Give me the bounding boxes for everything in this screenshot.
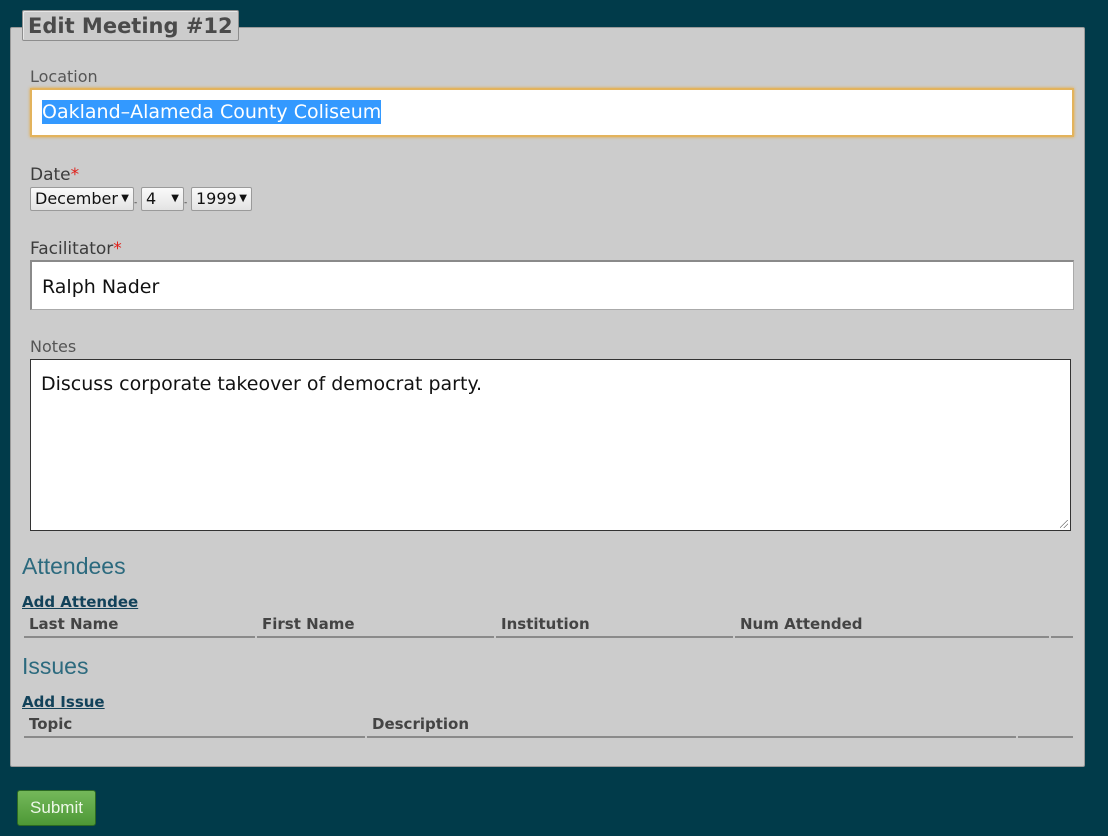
- date-day-select[interactable]: 4 ▼: [141, 187, 184, 211]
- form-title: Edit Meeting #12: [22, 10, 239, 41]
- notes-value: Discuss corporate takeover of democrat p…: [41, 373, 483, 395]
- attendees-heading: Attendees: [22, 553, 126, 579]
- notes-label: Notes: [30, 337, 77, 356]
- resize-handle-icon[interactable]: [1060, 520, 1068, 528]
- date-separator: -: [184, 198, 188, 208]
- facilitator-input[interactable]: Ralph Nader: [30, 260, 1074, 310]
- issues-col-topic: Topic: [24, 716, 365, 738]
- attendees-col-actions: [1051, 616, 1073, 638]
- issues-col-description: Description: [367, 716, 1016, 738]
- date-month-select[interactable]: December ▼: [30, 187, 134, 211]
- attendees-col-num-attended: Num Attended: [735, 616, 1049, 638]
- add-issue-link[interactable]: Add Issue: [22, 693, 105, 711]
- date-day-value: 4: [146, 189, 157, 208]
- dropdown-arrow-icon: ▼: [121, 193, 129, 204]
- issues-heading: Issues: [22, 653, 89, 679]
- location-value: Oakland–Alameda County Coliseum: [42, 100, 382, 124]
- add-attendee-link[interactable]: Add Attendee: [22, 593, 138, 611]
- attendees-col-last-name: Last Name: [24, 616, 255, 638]
- date-month-value: December: [35, 189, 118, 208]
- attendees-col-first-name: First Name: [257, 616, 494, 638]
- dropdown-arrow-icon: ▼: [171, 193, 179, 204]
- notes-textarea[interactable]: Discuss corporate takeover of democrat p…: [30, 359, 1071, 531]
- location-label: Location: [30, 67, 98, 86]
- required-mark: *: [113, 239, 122, 259]
- submit-button[interactable]: Submit: [17, 790, 96, 826]
- location-input[interactable]: Oakland–Alameda County Coliseum: [30, 88, 1074, 137]
- attendees-col-institution: Institution: [496, 616, 733, 638]
- date-label: Date*: [30, 165, 80, 185]
- dropdown-arrow-icon: ▼: [239, 193, 247, 204]
- issues-col-actions: [1018, 716, 1073, 738]
- date-year-select[interactable]: 1999 ▼: [191, 187, 252, 211]
- required-mark: *: [70, 165, 80, 185]
- date-year-value: 1999: [196, 189, 237, 208]
- date-separator: -: [134, 198, 138, 208]
- facilitator-label: Facilitator*: [30, 239, 122, 259]
